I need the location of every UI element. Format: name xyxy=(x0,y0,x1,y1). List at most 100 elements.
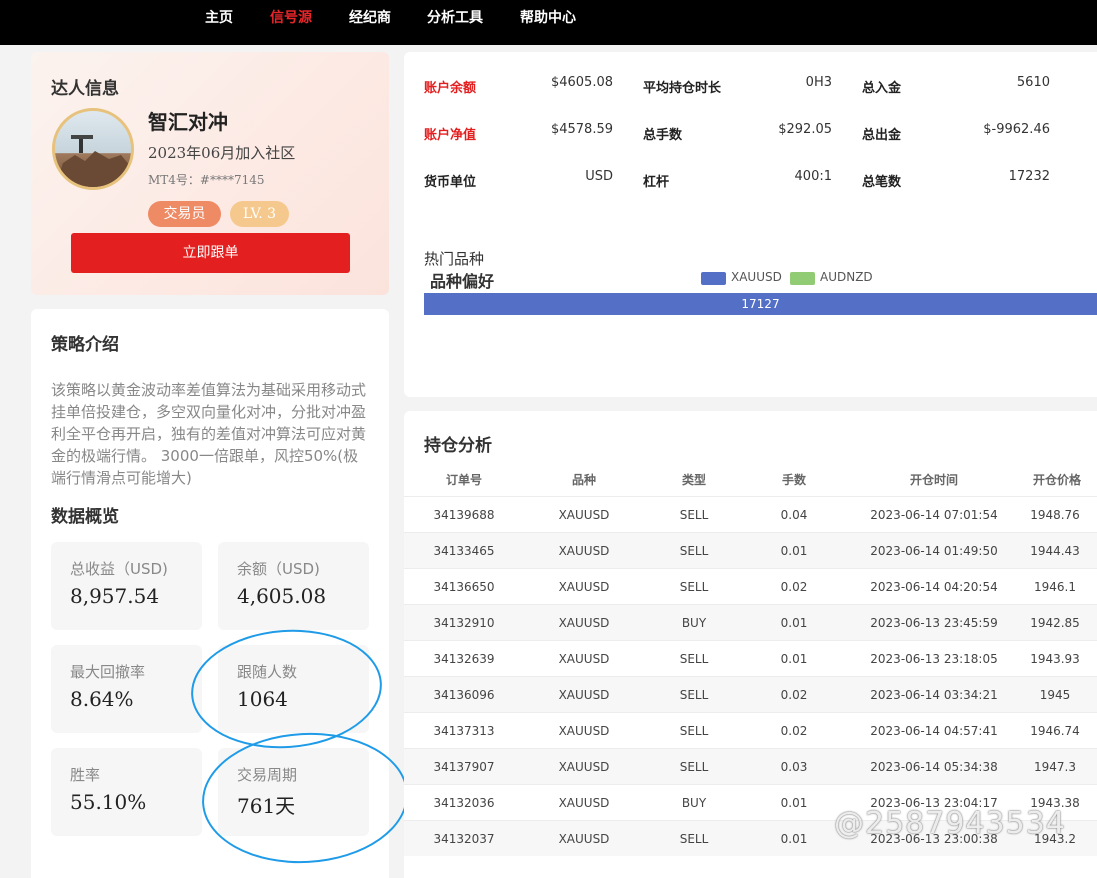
table-cell: 34137313 xyxy=(433,724,495,738)
stat-label: 余额（USD) xyxy=(237,560,320,578)
table-cell: 1943.93 xyxy=(1030,652,1080,666)
label-total-deposit: 总入金 xyxy=(862,81,902,96)
table-cell: 2023-06-14 07:01:54 xyxy=(870,508,998,522)
col-header-lots: 手数 xyxy=(781,473,807,487)
table-cell: 34137907 xyxy=(433,760,495,774)
table-row: 34139688 XAUUSD SELL 0.04 2023-06-14 07:01:5… xyxy=(404,496,1097,532)
label-account-balance: 账户余额 xyxy=(424,81,477,96)
table-cell: 0.01 xyxy=(780,544,808,558)
nav-item-brokers[interactable]: 经纪商 xyxy=(349,7,391,27)
table-row: 34137313 XAUUSD SELL 0.02 2023-06-14 04:57:4… xyxy=(404,712,1097,748)
table-cell: SELL xyxy=(679,508,709,522)
table-cell: XAUUSD xyxy=(558,688,610,702)
trader-name: 智汇对冲 xyxy=(148,110,228,134)
col-header-open-time: 开仓时间 xyxy=(909,473,959,487)
table-cell: 34136096 xyxy=(433,688,495,702)
table-cell: 1946.1 xyxy=(1034,580,1076,594)
stat-win-rate: 胜率 55.10% xyxy=(51,748,202,836)
stat-label: 胜率 xyxy=(70,766,101,784)
table-cell: 1944.43 xyxy=(1030,544,1080,558)
table-cell: 0.04 xyxy=(780,508,808,522)
label-currency: 货币单位 xyxy=(424,175,477,190)
profile-section-title: 达人信息 xyxy=(51,79,119,99)
table-cell: 34136650 xyxy=(433,580,495,594)
table-cell: XAUUSD xyxy=(558,580,610,594)
avatar[interactable] xyxy=(52,108,134,190)
overview-title: 数据概览 xyxy=(51,507,119,527)
table-cell: 1945 xyxy=(1039,688,1071,702)
stat-label: 最大回撤率 xyxy=(70,663,146,681)
table-cell: 34132910 xyxy=(433,616,495,630)
legend-swatch xyxy=(701,272,726,285)
table-cell: XAUUSD xyxy=(558,796,610,810)
legend-item-audnzd[interactable]: AUDNZD xyxy=(790,270,880,285)
table-cell: 0.02 xyxy=(780,724,808,738)
value-total-lots: $292.05 xyxy=(778,122,832,137)
stat-value: 8.64% xyxy=(70,687,134,711)
label-avg-hold-time: 平均持仓时长 xyxy=(643,81,722,96)
account-card: 账户余额 $4605.08 平均持仓时长 0H3 总入金 5610 账户净值 $… xyxy=(404,52,1097,397)
table-row: 34136096 XAUUSD SELL 0.02 2023-06-14 03:34:2… xyxy=(404,676,1097,712)
table-cell: 0.01 xyxy=(780,652,808,666)
table-cell: 2023-06-14 01:49:50 xyxy=(870,544,998,558)
nav-item-help[interactable]: 帮助中心 xyxy=(520,7,576,27)
table-cell: 0.01 xyxy=(780,616,808,630)
legend-label: AUDNZD xyxy=(820,270,873,284)
table-cell: 2023-06-13 23:18:05 xyxy=(870,652,998,666)
table-cell: 0.01 xyxy=(780,832,808,846)
label-account-equity: 账户净值 xyxy=(424,128,477,143)
table-cell: 1942.85 xyxy=(1030,616,1080,630)
value-account-equity: $4578.59 xyxy=(550,122,613,137)
table-cell: SELL xyxy=(679,760,709,774)
table-row: 34133465 XAUUSD SELL 0.01 2023-06-14 01:49:5… xyxy=(404,532,1097,568)
value-total-deposit: 5610 xyxy=(1016,75,1050,90)
label-total-trades: 总笔数 xyxy=(862,175,902,190)
table-cell: XAUUSD xyxy=(558,544,610,558)
positions-title: 持仓分析 xyxy=(424,436,492,456)
table-cell: XAUUSD xyxy=(558,724,610,738)
table-row: 34132910 XAUUSD BUY 0.01 2023-06-13 23:45:59… xyxy=(404,604,1097,640)
table-cell: XAUUSD xyxy=(558,832,610,846)
mt4-account: MT4号：#****7145 xyxy=(148,173,265,187)
follow-button[interactable]: 立即跟单 xyxy=(71,233,350,273)
table-cell: 2023-06-14 05:34:38 xyxy=(870,760,998,774)
table-cell: 0.02 xyxy=(780,580,808,594)
table-cell: SELL xyxy=(679,544,709,558)
col-header-type: 类型 xyxy=(681,473,707,487)
table-cell: 34139688 xyxy=(433,508,495,522)
table-cell: 0.01 xyxy=(780,796,808,810)
nav-item-tools[interactable]: 分析工具 xyxy=(427,7,483,27)
table-cell: 34132036 xyxy=(433,796,495,810)
table-cell: 1946.74 xyxy=(1030,724,1080,738)
nav-item-signals[interactable]: 信号源 xyxy=(270,7,312,27)
table-cell: SELL xyxy=(679,580,709,594)
value-avg-hold-time: 0H3 xyxy=(805,75,832,90)
table-cell: XAUUSD xyxy=(558,508,610,522)
table-cell: 34132639 xyxy=(433,652,495,666)
table-cell: XAUUSD xyxy=(558,652,610,666)
watermark: @2587943534 xyxy=(834,806,1066,841)
legend-item-xauusd[interactable]: XAUUSD xyxy=(701,270,791,285)
table-row: 34137907 XAUUSD SELL 0.03 2023-06-14 05:34:3… xyxy=(404,748,1097,784)
hot-symbols-label: 热门品种 xyxy=(424,250,485,268)
legend-label: XAUUSD xyxy=(731,270,782,284)
label-total-withdrawal: 总出金 xyxy=(862,128,902,143)
value-account-balance: $4605.08 xyxy=(550,75,613,90)
col-header-open-price: 开仓价格 xyxy=(1032,473,1082,487)
profile-card: 达人信息 智汇对冲 2023年06月加入社区 MT4号：#****7145 交易… xyxy=(31,52,389,295)
table-cell: 2023-06-13 23:45:59 xyxy=(870,616,998,630)
table-cell: 1947.3 xyxy=(1034,760,1076,774)
stat-value: 8,957.54 xyxy=(70,584,160,608)
col-header-order: 订单号 xyxy=(445,473,483,487)
nav-item-home[interactable]: 主页 xyxy=(205,7,233,27)
avatar-image xyxy=(55,135,131,187)
table-cell: 2023-06-14 04:57:41 xyxy=(870,724,998,738)
table-cell: SELL xyxy=(679,652,709,666)
table-cell: 34132037 xyxy=(433,832,495,846)
symbol-preference-bar[interactable]: 17127 xyxy=(424,293,1097,315)
table-cell: SELL xyxy=(679,724,709,738)
table-cell: 0.03 xyxy=(780,760,808,774)
col-header-symbol: 品种 xyxy=(571,473,597,487)
table-cell: XAUUSD xyxy=(558,760,610,774)
table-cell: SELL xyxy=(679,832,709,846)
